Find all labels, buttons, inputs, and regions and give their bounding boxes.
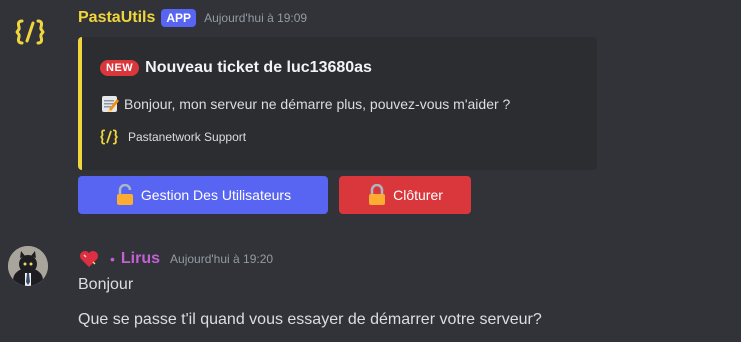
message-header: PastaUtils APP Aujourd'hui à 19:09 xyxy=(78,9,307,27)
lock-icon xyxy=(369,184,386,205)
pastautils-logo-icon xyxy=(100,129,118,145)
unlock-icon xyxy=(116,184,133,205)
close-ticket-button[interactable]: Clôturer xyxy=(339,176,471,214)
username[interactable]: Lirus xyxy=(121,250,160,268)
memo-icon xyxy=(102,96,119,112)
pastautils-logo-icon xyxy=(15,19,45,45)
app-badge: APP xyxy=(161,9,197,27)
embed-footer: Pastanetwork Support xyxy=(100,129,246,145)
pastautils-avatar[interactable] xyxy=(10,12,50,52)
heart-icon xyxy=(80,251,98,267)
message-line: Que se passe t'il quand vous essayer de … xyxy=(78,311,542,328)
lirus-avatar[interactable] xyxy=(8,246,48,286)
embed-description-text: Bonjour, mon serveur ne démarre plus, po… xyxy=(124,96,511,112)
new-badge: NEW xyxy=(100,60,140,76)
cat-avatar-icon xyxy=(8,246,48,286)
ticket-embed: NEW Nouveau ticket de luc13680as Bonjour… xyxy=(78,37,597,170)
embed-description: Bonjour, mon serveur ne démarre plus, po… xyxy=(100,94,510,114)
close-ticket-label: Clôturer xyxy=(393,187,443,203)
manage-users-label: Gestion Des Utilisateurs xyxy=(140,187,292,203)
embed-title-text: Nouveau ticket de luc13680as xyxy=(145,59,372,76)
timestamp[interactable]: Aujourd'hui à 19:09 xyxy=(204,11,307,25)
embed-title: NEW Nouveau ticket de luc13680as xyxy=(100,59,372,77)
manage-users-button[interactable]: Gestion Des Utilisateurs xyxy=(78,176,328,214)
message-line: Bonjour xyxy=(78,276,134,293)
timestamp[interactable]: Aujourd'hui à 19:20 xyxy=(170,252,273,266)
message-header: • Lirus Aujourd'hui à 19:20 xyxy=(78,249,273,269)
role-dot: • xyxy=(110,251,115,267)
username[interactable]: PastaUtils xyxy=(78,9,155,27)
embed-footer-text: Pastanetwork Support xyxy=(128,130,247,144)
